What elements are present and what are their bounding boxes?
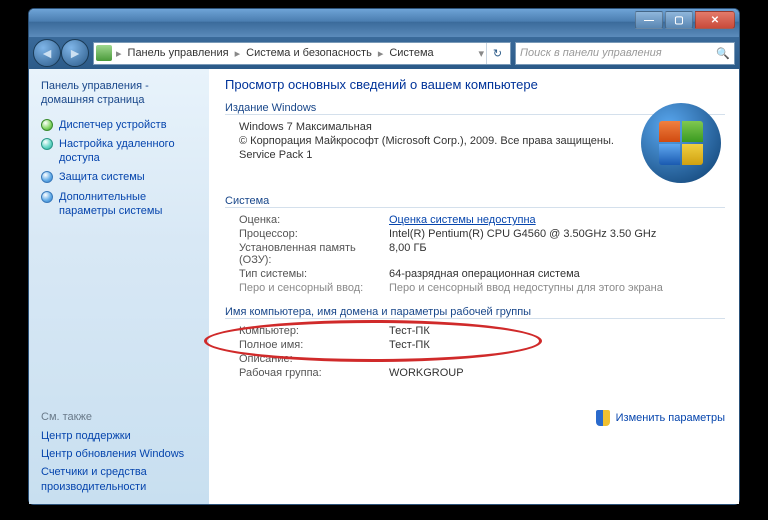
search-placeholder: Поиск в панели управления <box>520 47 662 59</box>
link-action-center[interactable]: Центр поддержки <box>41 429 197 443</box>
windows-logo-icon <box>641 103 721 183</box>
label-ram: Установленная память (ОЗУ): <box>239 242 389 266</box>
sidebar-item-remote[interactable]: Настройка удаленного доступа <box>41 137 197 166</box>
search-input[interactable]: Поиск в панели управления 🔍 <box>515 42 735 65</box>
gear-icon <box>41 191 53 203</box>
see-also-header: См. также <box>41 411 197 423</box>
label-pen-touch: Перо и сенсорный ввод: <box>239 282 389 294</box>
sidebar-item-device-manager[interactable]: Диспетчер устройств <box>41 118 197 132</box>
link-windows-update[interactable]: Центр обновления Windows <box>41 447 197 461</box>
chevron-right-icon: ▸ <box>114 47 124 60</box>
section-computer-name: Имя компьютера, имя домена и параметры р… <box>225 306 725 319</box>
see-also: См. также Центр поддержки Центр обновлен… <box>41 411 197 498</box>
chevron-down-icon[interactable]: ▾ <box>476 47 486 60</box>
service-pack: Service Pack 1 <box>239 149 312 161</box>
forward-button[interactable]: ► <box>61 39 89 67</box>
chevron-right-icon: ▸ <box>233 47 243 60</box>
value-cpu: Intel(R) Pentium(R) CPU G4560 @ 3.50GHz … <box>389 228 656 240</box>
titlebar: — ▢ ✕ <box>29 9 739 37</box>
sidebar-item-protection[interactable]: Защита системы <box>41 170 197 184</box>
sidebar: Панель управления - домашняя страница Ди… <box>29 69 209 504</box>
label-computer: Компьютер: <box>239 325 389 337</box>
section-system: Система <box>225 195 725 208</box>
value-ram: 8,00 ГБ <box>389 242 427 266</box>
change-settings-link[interactable]: Изменить параметры <box>596 410 725 426</box>
search-icon: 🔍 <box>716 47 730 60</box>
label-cpu: Процессор: <box>239 228 389 240</box>
close-button[interactable]: ✕ <box>695 11 735 29</box>
value-pen-touch: Перо и сенсорный ввод недоступны для это… <box>389 282 663 294</box>
link-perf-tools[interactable]: Счетчики и средства производительности <box>41 465 197 494</box>
sidebar-item-advanced[interactable]: Дополнительные параметры системы <box>41 190 197 219</box>
breadcrumb-seg[interactable]: Система <box>385 47 437 59</box>
label-description: Описание: <box>239 353 389 365</box>
system-window: — ▢ ✕ ◄ ► ▸ Панель управления ▸ Система … <box>28 8 740 505</box>
sidebar-home-link[interactable]: Панель управления - домашняя страница <box>41 79 197 108</box>
breadcrumb-seg[interactable]: Панель управления <box>124 47 233 59</box>
copyright: © Корпорация Майкрософт (Microsoft Corp.… <box>239 135 614 147</box>
remote-icon <box>41 138 53 150</box>
navbar: ◄ ► ▸ Панель управления ▸ Система и безо… <box>29 37 739 69</box>
label-workgroup: Рабочая группа: <box>239 367 389 379</box>
shield-icon <box>41 171 53 183</box>
value-rating[interactable]: Оценка системы недоступна <box>389 214 536 226</box>
breadcrumb-seg[interactable]: Система и безопасность <box>242 47 376 59</box>
minimize-button[interactable]: — <box>635 11 663 29</box>
main-panel: Просмотр основных сведений о вашем компь… <box>209 69 739 504</box>
value-system-type: 64-разрядная операционная система <box>389 268 580 280</box>
value-workgroup: WORKGROUP <box>389 367 464 379</box>
refresh-button[interactable]: ↻ <box>486 43 508 64</box>
chevron-right-icon: ▸ <box>376 47 386 60</box>
label-rating: Оценка: <box>239 214 389 226</box>
control-panel-icon <box>96 45 112 61</box>
label-system-type: Тип системы: <box>239 268 389 280</box>
back-button[interactable]: ◄ <box>33 39 61 67</box>
page-title: Просмотр основных сведений о вашем компь… <box>225 77 725 92</box>
device-icon <box>41 119 53 131</box>
maximize-button[interactable]: ▢ <box>665 11 693 29</box>
label-full-name: Полное имя: <box>239 339 389 351</box>
value-computer: Тест-ПК <box>389 325 430 337</box>
value-full-name: Тест-ПК <box>389 339 430 351</box>
windows-edition: Windows 7 Максимальная <box>239 121 372 133</box>
breadcrumb[interactable]: ▸ Панель управления ▸ Система и безопасн… <box>93 42 511 65</box>
shield-icon <box>596 410 610 426</box>
